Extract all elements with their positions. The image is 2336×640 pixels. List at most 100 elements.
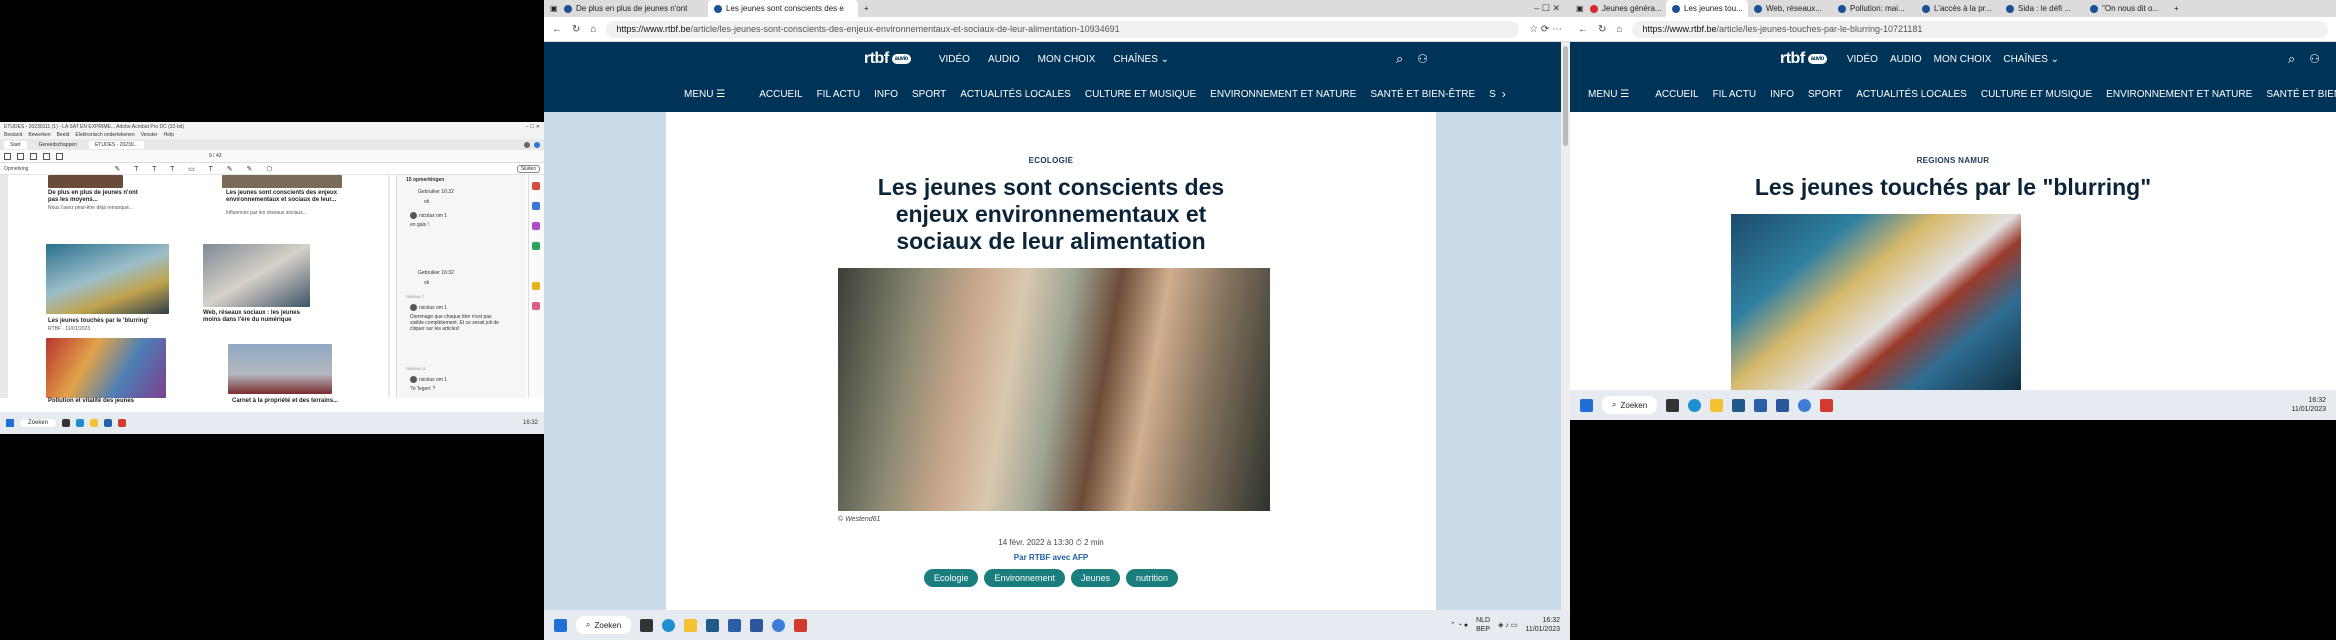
- taskview-icon[interactable]: [62, 419, 71, 427]
- browser-tab-active[interactable]: Les jeunes tou...: [1666, 0, 1748, 17]
- tab-start[interactable]: Start: [4, 140, 27, 149]
- chrome-icon[interactable]: [772, 618, 786, 632]
- close-button[interactable]: Sluiten: [516, 164, 540, 173]
- article-byline[interactable]: Par RTBF avec AFP: [666, 553, 1436, 562]
- nav-audio[interactable]: AUDIO: [1890, 54, 1922, 65]
- search-icon[interactable]: [56, 152, 63, 160]
- rtbf-logo[interactable]: rtbf auvio: [1780, 50, 1827, 68]
- tray-icons[interactable]: ⌃ ◔ ●: [1450, 621, 1468, 629]
- nav-video[interactable]: VIDÉO: [939, 54, 970, 65]
- menu-item[interactable]: Beeld: [57, 132, 70, 138]
- nav-environnement[interactable]: ENVIRONNEMENT ET NATURE: [2106, 89, 2252, 100]
- network-icon[interactable]: ◈ ♪ ▭: [1498, 621, 1517, 629]
- nav-mon-choix[interactable]: MON CHOIX: [1038, 54, 1096, 65]
- nav-actualites-locales[interactable]: ACTUALITÉS LOCALES: [1856, 89, 1967, 100]
- article-kicker[interactable]: ECOLOGIE: [666, 156, 1436, 165]
- taskview-icon[interactable]: [1666, 398, 1680, 412]
- taskbar-search[interactable]: ⌕ Zoeken: [1602, 396, 1658, 414]
- outlook-icon[interactable]: [1754, 398, 1768, 412]
- explorer-icon[interactable]: [90, 419, 99, 427]
- tool-icon[interactable]: [532, 302, 540, 310]
- tab-document[interactable]: ETUDES - 20230...: [88, 140, 144, 149]
- home-icon[interactable]: ⌂: [1616, 24, 1622, 35]
- tab-tools[interactable]: Gereedschappen: [33, 141, 83, 149]
- outlook-icon[interactable]: [728, 618, 742, 632]
- menu-item[interactable]: Bestand: [4, 132, 22, 138]
- nav-sport[interactable]: SPORT: [912, 89, 946, 100]
- back-icon[interactable]: ←: [552, 24, 562, 35]
- nav-fil-actu[interactable]: FIL ACTU: [1713, 89, 1757, 100]
- reload-icon[interactable]: ↻: [572, 24, 580, 35]
- tag-nutrition[interactable]: nutrition: [1126, 569, 1179, 587]
- nav-audio[interactable]: AUDIO: [988, 54, 1020, 65]
- avatar[interactable]: [534, 141, 540, 148]
- tool-icon[interactable]: [532, 182, 540, 190]
- article-kicker[interactable]: REGIONS NAMUR: [1570, 156, 2336, 165]
- acrobat-icon[interactable]: [1820, 398, 1834, 412]
- nav-environnement[interactable]: ENVIRONNEMENT ET NATURE: [1210, 89, 1356, 100]
- back-icon[interactable]: ←: [1578, 24, 1588, 35]
- browser-tab[interactable]: "On nous dit o...: [2084, 0, 2168, 17]
- save-icon[interactable]: [4, 152, 11, 160]
- menu-item[interactable]: Bewerken: [28, 132, 50, 138]
- chevron-right-icon[interactable]: ›: [1502, 87, 1506, 101]
- rtbf-logo[interactable]: rtbf auvio: [864, 50, 911, 68]
- new-tab-button[interactable]: +: [858, 0, 875, 17]
- user-icon[interactable]: ⚇: [1417, 52, 1428, 66]
- extensions-icon[interactable]: ☆ ⟳ ⋯: [1529, 24, 1562, 35]
- keyboard-layout[interactable]: NLD BEP: [1476, 616, 1490, 634]
- nav-culture[interactable]: CULTURE ET MUSIQUE: [1085, 89, 1196, 100]
- scrollbar[interactable]: [1561, 42, 1570, 610]
- tag-environnement[interactable]: Environnement: [984, 569, 1065, 587]
- start-icon[interactable]: [6, 419, 14, 427]
- edge-icon[interactable]: [662, 618, 676, 632]
- taskbar-search[interactable]: ⌕ Zoeken: [576, 616, 632, 634]
- bookmark-icon[interactable]: [17, 152, 24, 160]
- explorer-icon[interactable]: [1710, 398, 1724, 412]
- nav-fil-actu[interactable]: FIL ACTU: [817, 89, 861, 100]
- browser-tab[interactable]: L'accès à la pr...: [1916, 0, 2000, 17]
- chrome-icon[interactable]: [1798, 398, 1812, 412]
- edge-icon[interactable]: [1688, 398, 1702, 412]
- tool-icon[interactable]: [532, 242, 540, 250]
- nav-chaines[interactable]: CHAÎNES ⌄: [2003, 54, 2059, 65]
- nav-culture[interactable]: CULTURE ET MUSIQUE: [1981, 89, 2092, 100]
- search-icon[interactable]: ⌕: [1396, 51, 1403, 67]
- browser-tab[interactable]: Sida : le défi ...: [2000, 0, 2084, 17]
- nav-info[interactable]: INFO: [874, 89, 898, 100]
- new-tab-button[interactable]: +: [2168, 0, 2185, 17]
- word-icon[interactable]: [750, 618, 764, 632]
- nav-sport[interactable]: SPORT: [1808, 89, 1842, 100]
- search-icon[interactable]: ⌕: [2288, 51, 2295, 67]
- l-app-icon[interactable]: [706, 618, 720, 632]
- browser-tab-active[interactable]: Les jeunes sont conscients des e: [708, 0, 858, 17]
- nav-video[interactable]: VIDÉO: [1847, 54, 1878, 65]
- edge-icon[interactable]: [76, 419, 85, 427]
- menu-item[interactable]: Elektronisch ondertekenen: [75, 132, 134, 138]
- nav-chaines[interactable]: CHAÎNES ⌄: [1113, 54, 1169, 65]
- tag-jeunes[interactable]: Jeunes: [1071, 569, 1121, 587]
- nav-sante[interactable]: SANTÉ ET BIEN-ÊTRE: [1370, 89, 1475, 100]
- menu-button[interactable]: MENU ☰: [684, 89, 725, 100]
- url-field[interactable]: https://www.rtbf.be/article/les-jeunes-s…: [606, 20, 1520, 38]
- upload-icon[interactable]: [30, 152, 37, 160]
- annotation-tools[interactable]: ✎ T T T ▭ T ✎ ✎ ⬡: [114, 165, 278, 173]
- print-icon[interactable]: [43, 152, 50, 160]
- start-icon[interactable]: [1580, 398, 1593, 412]
- menu-item[interactable]: Venster: [141, 132, 158, 138]
- url-field[interactable]: https://www.rtbf.be/article/les-jeunes-t…: [1632, 20, 2328, 38]
- home-icon[interactable]: ⌂: [590, 24, 596, 35]
- nav-info[interactable]: INFO: [1770, 89, 1794, 100]
- browser-tab[interactable]: Web, réseaux...: [1748, 0, 1832, 17]
- word-icon[interactable]: [104, 419, 113, 427]
- window-controls[interactable]: – ☐ ✕: [1534, 3, 1570, 14]
- nav-mon-choix[interactable]: MON CHOIX: [1934, 54, 1992, 65]
- nav-truncated[interactable]: S: [1489, 89, 1496, 100]
- browser-tab[interactable]: Jeunes généra...: [1584, 0, 1666, 17]
- taskview-icon[interactable]: [640, 618, 654, 632]
- tool-icon[interactable]: [532, 282, 540, 290]
- word-icon[interactable]: [1776, 398, 1790, 412]
- nav-actualites-locales[interactable]: ACTUALITÉS LOCALES: [960, 89, 1071, 100]
- acrobat-icon[interactable]: [794, 618, 808, 632]
- browser-tab[interactable]: De plus en plus de jeunes n'ont: [558, 0, 708, 17]
